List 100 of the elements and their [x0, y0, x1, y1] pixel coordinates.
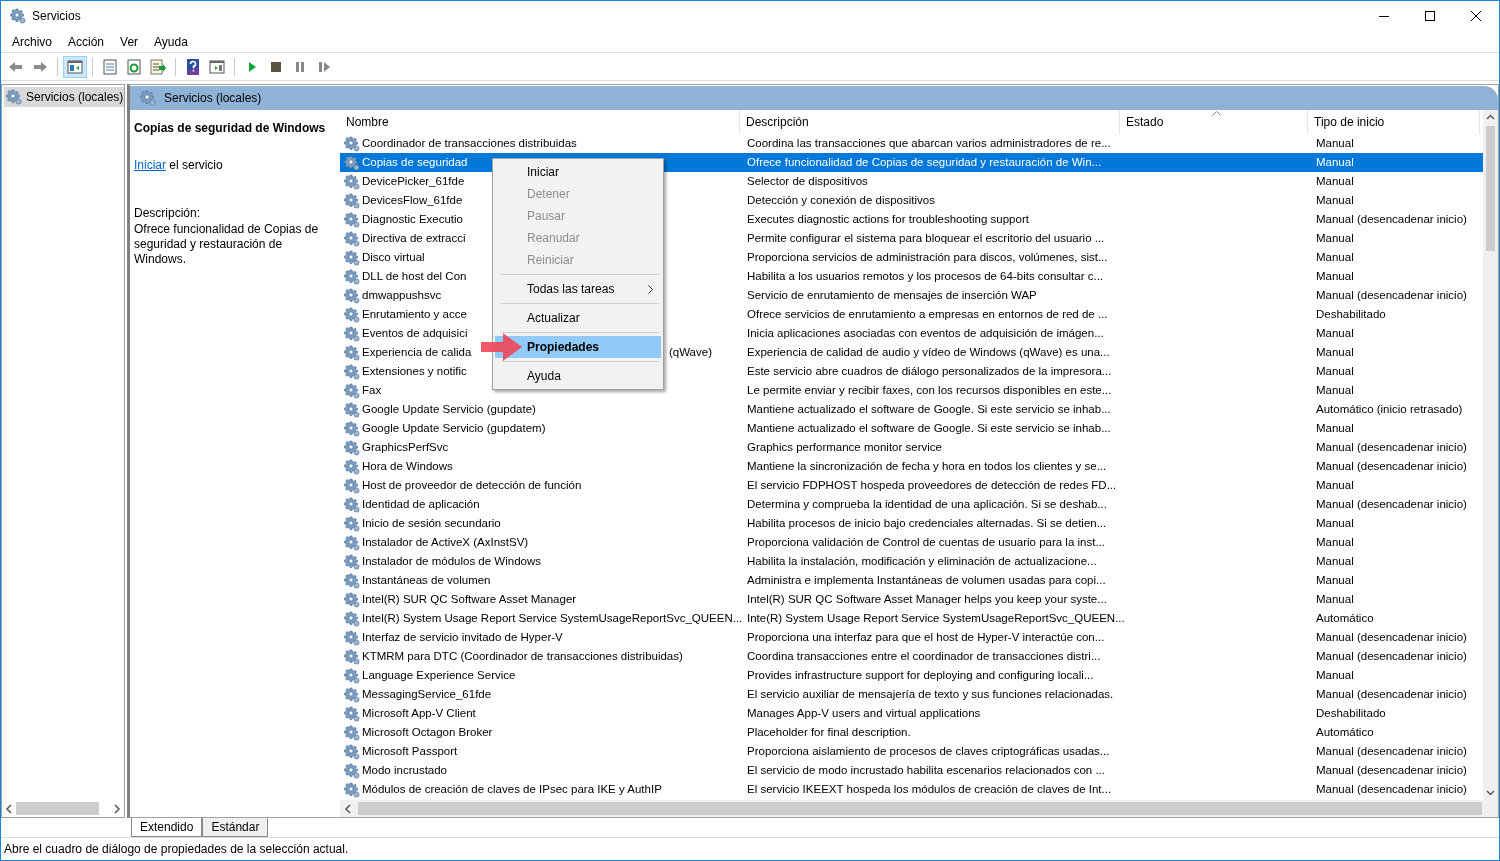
service-name[interactable]: KTMRM para DTC (Coordinador de transacciones distribuidas) — [362, 647, 683, 666]
service-name[interactable]: DevicesFlow_61fde — [362, 191, 463, 210]
startup-type: Automático (inicio retrasado) — [1315, 401, 1464, 417]
help-icon — [184, 57, 202, 76]
menu-option[interactable]: Propiedades — [495, 336, 661, 358]
description-text: Ofrece funcionalidad de Copias de seguridad y restauración de Windows. — [134, 222, 320, 267]
service-name[interactable]: Google Update Servicio (gupdatem) — [362, 419, 546, 438]
service-name[interactable]: Interfaz de servicio invitado de Hyper-V — [362, 628, 563, 647]
refresh-icon — [125, 57, 143, 76]
service-description: El servicio de modo incrustado habilita escenarios relacionados con ... — [746, 762, 1106, 778]
scrollbar-thumb[interactable] — [1486, 126, 1495, 251]
service-name[interactable]: Intel(R) System Usage Report Service SystemUsageReportSvc_QUEEN... — [362, 609, 743, 628]
service-description: Mantiene la sincronización de fecha y hora en todos los clientes y se... — [746, 458, 1108, 474]
gear-icon — [344, 781, 360, 798]
service-description: Mantiene actualizado el software de Google. Si este servicio se inhab... — [746, 420, 1112, 436]
pointer-arrow-icon — [481, 332, 523, 362]
gear-icon — [344, 382, 360, 399]
scroll-up-icon[interactable] — [1486, 114, 1495, 120]
service-name[interactable]: Google Update Servicio (gupdate) — [362, 400, 536, 419]
service-name[interactable]: Microsoft Octagon Broker — [362, 723, 493, 742]
service-name[interactable]: Intel(R) SUR QC Software Asset Manager — [362, 590, 577, 609]
service-name[interactable]: Directiva de extracci — [362, 229, 466, 248]
console-tree-icon — [66, 57, 84, 76]
scrollbar-thumb[interactable] — [358, 802, 1482, 815]
gear-icon — [344, 477, 360, 494]
service-name[interactable]: Inicio de sesión secundario — [362, 514, 501, 533]
service-description: El servicio IKEEXT hospeda los módulos de creación de claves de Int... — [746, 781, 1113, 797]
service-name[interactable]: Coordinador de transacciones distribuidas — [362, 134, 577, 153]
service-name[interactable]: Disco virtual — [362, 248, 425, 267]
service-name[interactable]: Hora de Windows — [362, 457, 453, 476]
gear-icon — [344, 344, 360, 361]
scrollbar-thumb[interactable] — [16, 802, 99, 815]
service-name[interactable]: Enrutamiento y acce — [362, 305, 467, 324]
menu-item[interactable]: Ayuda — [146, 32, 196, 51]
console-tree-button[interactable] — [63, 55, 87, 78]
service-description: Le permite enviar y recibir faxes, con los recursos disponibles en este... — [746, 382, 1113, 398]
start-link[interactable]: Iniciar — [134, 158, 166, 172]
service-name[interactable]: Copias de seguridad — [362, 153, 468, 172]
service-name[interactable]: Language Experience Service — [362, 666, 516, 685]
service-name[interactable]: Instalador de ActiveX (AxInstSV) — [362, 533, 529, 552]
service-name[interactable]: Host de proveedor de detección de función — [362, 476, 582, 495]
menu-item[interactable]: Ver — [112, 32, 147, 51]
service-description: Graphics performance monitor service — [746, 439, 943, 455]
menu-option[interactable]: Actualizar — [495, 307, 661, 329]
menu-item[interactable]: Archivo — [4, 32, 60, 51]
gear-icon — [344, 667, 360, 684]
startup-type: Manual — [1315, 325, 1355, 341]
view-tab[interactable]: Extendido — [131, 818, 203, 837]
startup-type: Manual (desencadenar inicio) — [1315, 629, 1468, 645]
service-name[interactable]: Microsoft Passport — [362, 742, 458, 761]
column-header[interactable]: Estado — [1120, 110, 1308, 134]
gear-icon — [344, 591, 360, 608]
tree-item[interactable]: Servicios (locales) — [4, 87, 124, 107]
service-description: Coordina transacciones entre el coordinador de transacciones distri... — [746, 648, 1102, 664]
service-description: Detección y conexión de dispositivos — [746, 192, 936, 208]
gear-icon — [344, 211, 360, 228]
startup-type: Manual — [1315, 477, 1355, 493]
service-name[interactable]: Modo incrustado — [362, 761, 448, 780]
service-name[interactable]: dmwappushsvc — [362, 286, 442, 305]
scroll-down-icon[interactable] — [1486, 790, 1495, 796]
close-icon — [1471, 11, 1481, 21]
startup-type: Manual — [1315, 591, 1355, 607]
startup-type: Deshabilitado — [1315, 306, 1387, 322]
service-name[interactable]: Microsoft App-V Client — [362, 704, 476, 723]
service-name[interactable]: Extensiones y notific — [362, 362, 467, 381]
menu-option[interactable]: Todas las tareas — [495, 278, 661, 300]
view-tab[interactable]: Estándar — [202, 818, 269, 837]
gear-icon — [344, 686, 360, 703]
window-title: Servicios — [32, 8, 81, 25]
service-description: Experiencia de calidad de audio y vídeo de Windows (qWave) es una... — [746, 344, 1111, 360]
gear-icon — [344, 648, 360, 665]
service-name[interactable]: DLL de host del Con — [362, 267, 467, 286]
menu-item[interactable]: Acción — [60, 32, 113, 51]
service-name[interactable]: DevicePicker_61fde — [362, 172, 465, 191]
column-header[interactable]: Nombre — [340, 110, 740, 134]
service-name[interactable]: Eventos de adquisici — [362, 324, 468, 343]
column-header[interactable]: Descripción — [740, 110, 1120, 134]
service-description: Servicio de enrutamiento de mensajes de inserción WAP — [746, 287, 1038, 303]
service-name[interactable]: Identidad de aplicación — [362, 495, 480, 514]
gear-icon — [344, 762, 360, 779]
service-name[interactable]: Módulos de creación de claves de IPsec para IKE y AuthIP — [362, 780, 662, 799]
startup-type: Automático — [1315, 724, 1375, 740]
column-header[interactable]: Tipo de inicio — [1308, 110, 1480, 134]
startup-type: Manual — [1315, 363, 1355, 379]
scroll-left-icon[interactable] — [5, 803, 13, 814]
menu-option[interactable]: Iniciar — [495, 161, 661, 183]
menu-option[interactable]: Ayuda — [495, 365, 661, 387]
service-name[interactable]: Diagnostic Executio — [362, 210, 463, 229]
service-name[interactable]: MessagingService_61fde — [362, 685, 492, 704]
service-name[interactable]: GraphicsPerfSvc — [362, 438, 449, 457]
service-name[interactable]: Instalador de módulos de Windows — [362, 552, 541, 571]
startup-type: Manual (desencadenar inicio) — [1315, 458, 1468, 474]
service-name[interactable]: Experiencia de calida — [362, 343, 472, 362]
service-description: Este servicio abre cuadros de diálogo personalizados de la impresora... — [746, 363, 1113, 379]
gear-icon — [344, 249, 360, 266]
scroll-right-icon[interactable] — [113, 803, 121, 814]
scroll-left-icon[interactable] — [344, 803, 352, 814]
service-name[interactable]: Fax — [362, 381, 382, 400]
service-name[interactable]: Instantáneas de volumen — [362, 571, 491, 590]
service-description: Administra e implementa Instantáneas de volumen usadas para copi... — [746, 572, 1107, 588]
